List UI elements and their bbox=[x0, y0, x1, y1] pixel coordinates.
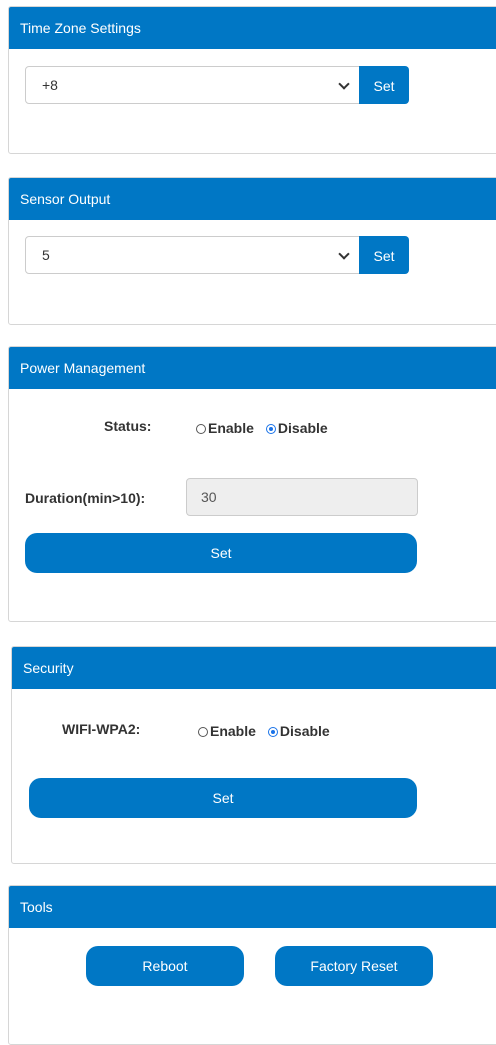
power-status-radio-group: Enable Disable bbox=[196, 420, 328, 436]
duration-field[interactable]: 30 bbox=[186, 478, 418, 516]
power-enable-option[interactable]: Enable bbox=[196, 420, 254, 436]
power-disable-option[interactable]: Disable bbox=[265, 420, 328, 436]
radio-unchecked-icon[interactable] bbox=[198, 727, 208, 737]
tools-panel: Tools Reboot Factory Reset bbox=[8, 885, 496, 1045]
radio-checked-icon[interactable] bbox=[267, 727, 278, 737]
power-status-label: Status: bbox=[104, 418, 152, 434]
reboot-button[interactable]: Reboot bbox=[86, 946, 244, 986]
security-set-button[interactable]: Set bbox=[29, 778, 417, 818]
sensor-select-value: 5 bbox=[42, 247, 50, 263]
power-disable-label: Disable bbox=[277, 420, 328, 436]
sensor-panel-title: Sensor Output bbox=[9, 178, 496, 220]
duration-label: Duration(min>10): bbox=[25, 490, 146, 506]
chevron-down-icon bbox=[338, 248, 350, 260]
power-panel-title: Power Management bbox=[9, 347, 496, 389]
power-set-button[interactable]: Set bbox=[25, 533, 417, 573]
timezone-set-button[interactable]: Set bbox=[359, 66, 409, 104]
timezone-panel: Time Zone Settings +8 Set bbox=[8, 6, 496, 154]
timezone-panel-title: Time Zone Settings bbox=[9, 7, 496, 49]
security-panel-title: Security bbox=[12, 647, 496, 689]
sensor-panel: Sensor Output 5 Set bbox=[8, 177, 496, 325]
tools-panel-title: Tools bbox=[9, 886, 496, 928]
sensor-output-select[interactable]: 5 bbox=[25, 236, 361, 274]
wifi-disable-label: Disable bbox=[279, 723, 330, 739]
power-enable-label: Enable bbox=[208, 420, 254, 436]
timezone-select-value: +8 bbox=[42, 77, 58, 93]
wifi-wpa2-radio-group: Enable Disable bbox=[198, 723, 330, 739]
wifi-wpa2-label: WIFI-WPA2: bbox=[62, 721, 141, 737]
wifi-disable-option[interactable]: Disable bbox=[267, 723, 330, 739]
wifi-enable-option[interactable]: Enable bbox=[198, 723, 256, 739]
factory-reset-button[interactable]: Factory Reset bbox=[275, 946, 433, 986]
security-panel: Security WIFI-WPA2: Enable Disable Set bbox=[11, 646, 496, 864]
radio-unchecked-icon[interactable] bbox=[196, 424, 206, 434]
radio-checked-icon[interactable] bbox=[265, 424, 276, 434]
timezone-select[interactable]: +8 bbox=[25, 66, 361, 104]
power-panel: Power Management Status: Enable Disable D… bbox=[8, 346, 496, 622]
sensor-set-button[interactable]: Set bbox=[359, 236, 409, 274]
wifi-enable-label: Enable bbox=[210, 723, 256, 739]
chevron-down-icon bbox=[338, 78, 350, 90]
